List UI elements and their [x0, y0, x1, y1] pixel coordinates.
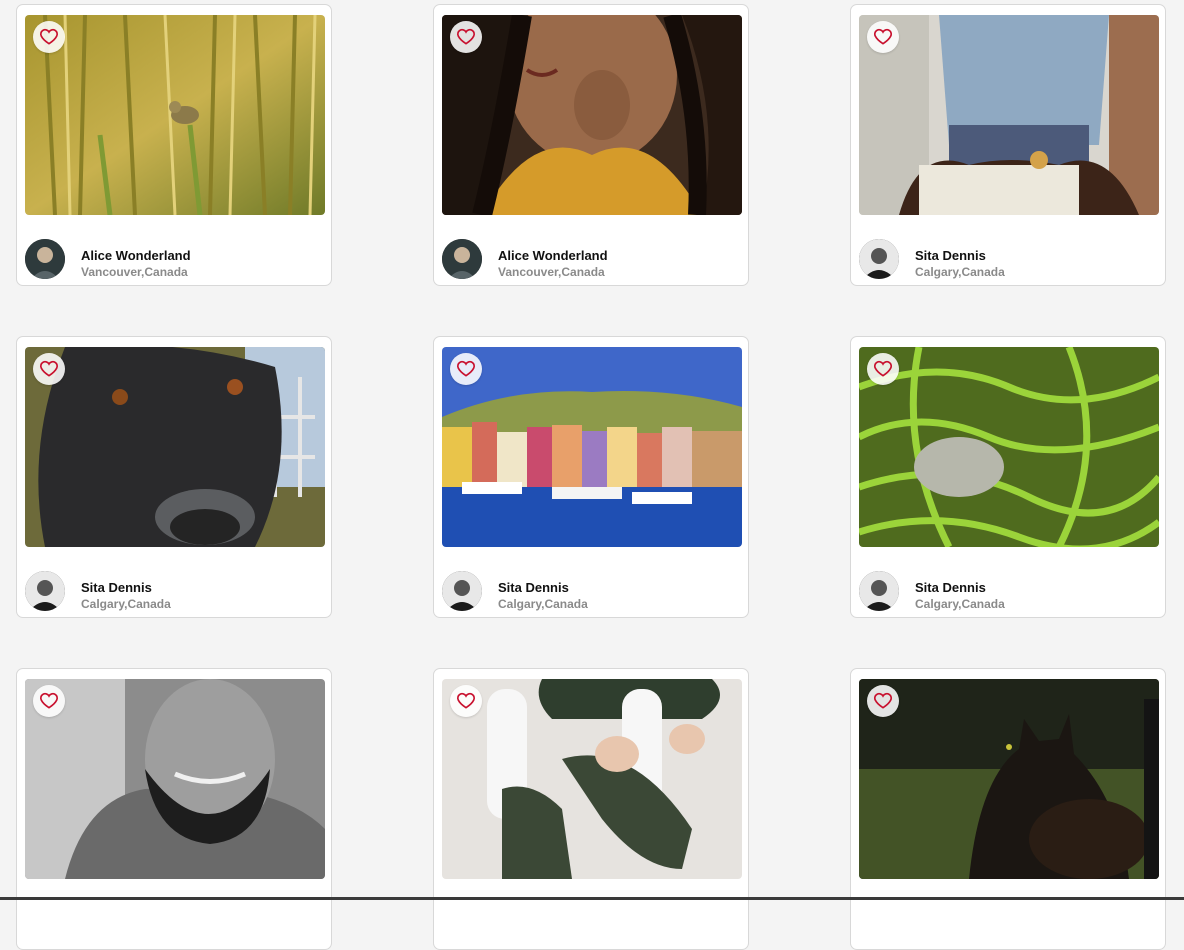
owner-location: Calgary,Canada	[915, 265, 1005, 279]
owner-name[interactable]: Sita Dennis	[915, 248, 986, 263]
photo-bird-in-reeds[interactable]	[25, 15, 325, 215]
heart-outline-icon	[873, 692, 893, 709]
avatar[interactable]	[442, 239, 482, 279]
photo-colorful-harbor[interactable]	[442, 347, 742, 547]
photo-card[interactable]	[16, 668, 332, 950]
like-button[interactable]	[450, 685, 482, 717]
like-button[interactable]	[867, 353, 899, 385]
owner-name[interactable]: Alice Wonderland	[81, 248, 191, 263]
like-button[interactable]	[33, 353, 65, 385]
heart-outline-icon	[456, 28, 476, 45]
owner-name[interactable]: Alice Wonderland	[498, 248, 608, 263]
like-button[interactable]	[450, 353, 482, 385]
heart-outline-icon	[39, 692, 59, 709]
owner-name[interactable]: Sita Dennis	[498, 580, 569, 595]
photo-card[interactable]: Alice Wonderland Vancouver,Canada	[16, 4, 332, 286]
owner-location: Vancouver,Canada	[498, 265, 605, 279]
photo-card[interactable]	[433, 668, 749, 950]
card-owner: Alice Wonderland Vancouver,Canada	[442, 239, 742, 279]
photo-man-denim-shirt[interactable]	[859, 15, 1159, 215]
photo-bearded-man-bw[interactable]	[25, 679, 325, 879]
photo-woman-yellow-sweater[interactable]	[442, 15, 742, 215]
heart-outline-icon	[39, 360, 59, 377]
card-owner: Sita Dennis Calgary,Canada	[25, 571, 325, 611]
photo-card[interactable]: Sita Dennis Calgary,Canada	[433, 336, 749, 618]
like-button[interactable]	[450, 21, 482, 53]
photo-card[interactable]	[850, 668, 1166, 950]
heart-outline-icon	[873, 28, 893, 45]
avatar[interactable]	[442, 571, 482, 611]
like-button[interactable]	[33, 21, 65, 53]
heart-outline-icon	[39, 28, 59, 45]
like-button[interactable]	[33, 685, 65, 717]
avatar[interactable]	[25, 571, 65, 611]
photo-card[interactable]: Alice Wonderland Vancouver,Canada	[433, 4, 749, 286]
card-owner: Sita Dennis Calgary,Canada	[859, 571, 1159, 611]
owner-location: Calgary,Canada	[81, 597, 171, 611]
photo-card[interactable]: Sita Dennis Calgary,Canada	[16, 336, 332, 618]
heart-outline-icon	[873, 360, 893, 377]
heart-outline-icon	[456, 692, 476, 709]
avatar[interactable]	[859, 239, 899, 279]
avatar[interactable]	[859, 571, 899, 611]
photo-dog-closeup[interactable]	[25, 347, 325, 547]
avatar[interactable]	[25, 239, 65, 279]
heart-outline-icon	[456, 360, 476, 377]
card-owner: Sita Dennis Calgary,Canada	[859, 239, 1159, 279]
photo-grid: Alice Wonderland Vancouver,Canada Alice …	[0, 0, 1184, 950]
owner-location: Calgary,Canada	[915, 597, 1005, 611]
owner-location: Calgary,Canada	[498, 597, 588, 611]
like-button[interactable]	[867, 21, 899, 53]
like-button[interactable]	[867, 685, 899, 717]
photo-card[interactable]: Sita Dennis Calgary,Canada	[850, 336, 1166, 618]
photo-green-sandals[interactable]	[442, 679, 742, 879]
owner-name[interactable]: Sita Dennis	[915, 580, 986, 595]
card-owner: Alice Wonderland Vancouver,Canada	[25, 239, 325, 279]
owner-location: Vancouver,Canada	[81, 265, 188, 279]
photo-rice-terraces[interactable]	[859, 347, 1159, 547]
photo-black-cat[interactable]	[859, 679, 1159, 879]
photo-card[interactable]: Sita Dennis Calgary,Canada	[850, 4, 1166, 286]
card-owner: Sita Dennis Calgary,Canada	[442, 571, 742, 611]
owner-name[interactable]: Sita Dennis	[81, 580, 152, 595]
